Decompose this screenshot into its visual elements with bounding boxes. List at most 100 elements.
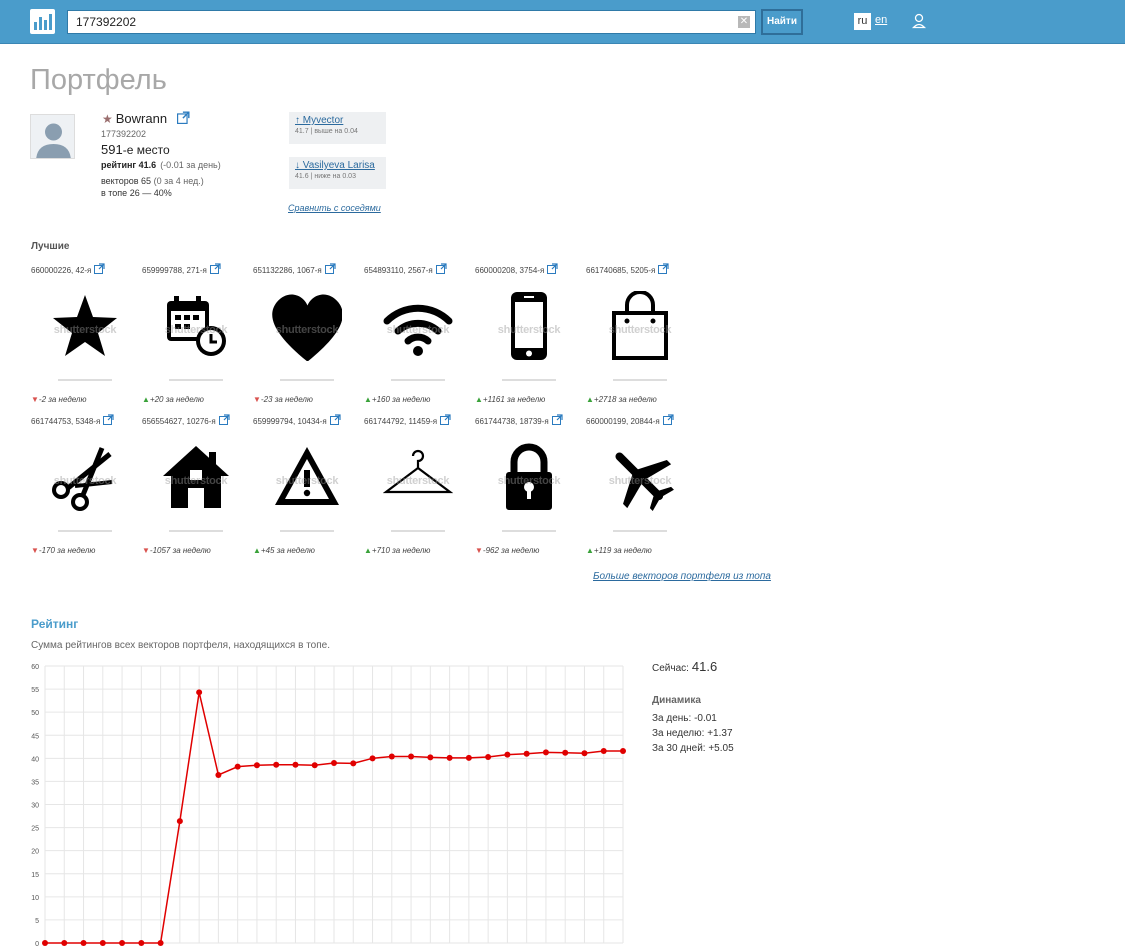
y-tick-label: 55 [31, 687, 39, 694]
compare-neighbors-link[interactable]: Сравнить с соседями [288, 203, 381, 213]
vector-change: ▼-962 за неделю [475, 546, 539, 555]
vector-change-text: -23 за неделю [260, 395, 313, 404]
author-rating: рейтинг 41.6 (-0.01 за день) [101, 160, 221, 170]
vector-thumbnail[interactable]: shutterstock [475, 428, 583, 536]
vectors-sub: (0 за 4 нед.) [153, 176, 204, 186]
star-icon[interactable]: ★ [102, 112, 113, 126]
vector-change: ▼-170 за неделю [31, 546, 95, 555]
vector-tile[interactable]: 661740685, 5205-я shutterstock ▲+2718 за н… [586, 263, 694, 408]
watermark-text: shutterstock [386, 475, 450, 487]
rating-value: рейтинг 41.6 [101, 160, 157, 170]
vector-tile[interactable]: 661744753, 5348-я shutterstock ▼-170 за не… [31, 414, 139, 559]
more-vectors-link[interactable]: Больше векторов портфеля из топа [593, 571, 771, 582]
external-link-icon[interactable] [94, 263, 105, 274]
vector-caption: 661744792, 11459-я [364, 414, 451, 426]
vector-thumbnail[interactable]: shutterstock [142, 277, 250, 385]
vector-tile[interactable]: 660000226, 42-я shutterstock ▼-2 за неделю [31, 263, 139, 408]
vector-change: ▲+20 за неделю [142, 395, 204, 404]
watermark-text: shutterstock [164, 475, 228, 487]
watermark-footer [280, 379, 334, 381]
data-point [273, 761, 280, 768]
vector-thumbnail[interactable]: shutterstock [364, 428, 472, 536]
vector-thumbnail[interactable]: shutterstock [475, 277, 583, 385]
external-link-icon[interactable] [218, 414, 230, 425]
data-point [253, 762, 260, 769]
vector-caption: 660000208, 3754-я [475, 263, 558, 275]
vector-caption-text: 656554627, 10276-я [142, 417, 216, 426]
vector-thumbnail[interactable]: shutterstock [31, 277, 139, 385]
external-link-icon[interactable] [176, 111, 190, 124]
vector-caption: 654893110, 2567-я [364, 263, 447, 275]
watermark-text: shutterstock [497, 324, 561, 336]
vector-thumbnail[interactable]: shutterstock [253, 428, 361, 536]
external-link-icon[interactable] [551, 414, 563, 425]
user-icon[interactable] [912, 13, 926, 29]
external-link-icon[interactable] [209, 263, 221, 274]
y-tick-label: 45 [31, 733, 39, 740]
data-point [465, 754, 472, 761]
external-link-icon[interactable] [324, 263, 336, 274]
neighbor-below-link[interactable]: ↓ Vasilyeva Larisa [295, 160, 380, 171]
external-link-icon[interactable] [440, 414, 451, 425]
external-link-icon[interactable] [658, 263, 669, 274]
y-tick-label: 10 [31, 895, 39, 902]
data-point [99, 940, 106, 946]
vector-thumbnail[interactable]: shutterstock [253, 277, 361, 385]
rating-description: Сумма рейтингов всех векторов портфеля, … [31, 640, 330, 651]
data-point [80, 940, 87, 946]
down-arrow-icon: ▼ [253, 395, 261, 404]
y-tick-label: 60 [31, 664, 39, 671]
vector-caption: 660000199, 20844-я [586, 414, 674, 426]
vector-thumbnail[interactable]: shutterstock [364, 277, 472, 385]
lang-ru-button[interactable]: ru [854, 13, 871, 30]
y-tick-label: 15 [31, 872, 39, 879]
external-link-icon[interactable] [547, 263, 558, 274]
y-tick-label: 20 [31, 849, 39, 856]
vector-thumbnail[interactable]: shutterstock [31, 428, 139, 536]
up-arrow-icon: ▲ [364, 395, 372, 404]
watermark-footer [391, 379, 445, 381]
data-point [600, 747, 607, 754]
up-arrow-icon: ▲ [364, 546, 372, 555]
data-point [61, 940, 68, 946]
vector-tile[interactable]: 660000199, 20844-я shutterstock ▲+119 за н… [586, 414, 694, 559]
vector-change: ▲+45 за неделю [253, 546, 315, 555]
vector-tile[interactable]: 660000208, 3754-я shutterstock ▲+1161 за н… [475, 263, 583, 408]
data-point [485, 753, 492, 760]
neighbor-above-link[interactable]: ↑ Myvector [295, 115, 380, 126]
vector-caption: 656554627, 10276-я [142, 414, 230, 426]
place-suffix: -е место [122, 143, 170, 157]
clear-search-icon[interactable]: ✕ [738, 16, 750, 28]
dynamics-month: За 30 дней: +5.05 [652, 743, 734, 754]
watermark-footer [502, 530, 556, 532]
logo-icon[interactable] [30, 9, 55, 34]
external-link-icon[interactable] [662, 414, 674, 425]
vector-tile[interactable]: 661744738, 18739-я shutterstock ▼-962 за н… [475, 414, 583, 559]
vector-tile[interactable]: 659999794, 10434-я shutterstock ▲+45 за не… [253, 414, 361, 559]
external-link-icon[interactable] [435, 263, 447, 274]
vector-thumbnail[interactable]: shutterstock [586, 428, 694, 536]
neighbor-below: ↓ Vasilyeva Larisa 41.6 | ниже на 0.03 [289, 157, 386, 189]
page-title: Портфель [30, 64, 167, 96]
external-link-icon[interactable] [103, 414, 114, 425]
vector-thumbnail[interactable]: shutterstock [586, 277, 694, 385]
vector-thumbnail[interactable]: shutterstock [142, 428, 250, 536]
vector-change-text: +2718 за неделю [593, 395, 657, 404]
vector-tile[interactable]: 651132286, 1067-я shutterstock ▼-23 за нед… [253, 263, 361, 408]
vector-change: ▲+2718 за неделю [586, 395, 657, 404]
vector-tile[interactable]: 654893110, 2567-я shutterstock ▲+160 за не… [364, 263, 472, 408]
data-point [523, 750, 530, 757]
vector-tile[interactable]: 656554627, 10276-я shutterstock ▼-1057 за … [142, 414, 250, 559]
external-link-icon[interactable] [329, 414, 341, 425]
up-arrow-icon: ▲ [586, 395, 594, 404]
vector-caption-text: 651132286, 1067-я [253, 266, 322, 275]
search-input[interactable] [67, 10, 756, 34]
find-button[interactable]: Найти [761, 9, 803, 35]
vector-tile[interactable]: 659999788, 271-я shutterstock ▲+20 за неде… [142, 263, 250, 408]
vector-tile[interactable]: 661744792, 11459-я shutterstock ▲+710 за н… [364, 414, 472, 559]
lang-en-link[interactable]: en [875, 14, 887, 26]
author-vectors: векторов 65 (0 за 4 нед.) [101, 176, 204, 186]
watermark-text: shutterstock [53, 324, 117, 336]
current-rating-value: 41.6 [691, 659, 718, 674]
watermark-footer [169, 379, 223, 381]
